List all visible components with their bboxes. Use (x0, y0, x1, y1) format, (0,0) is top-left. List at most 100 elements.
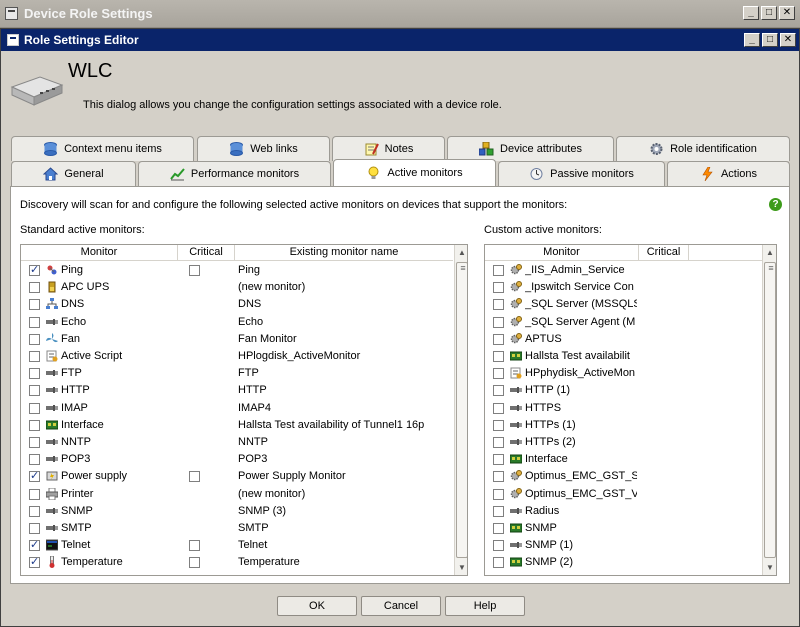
table-row[interactable]: SNMP (1) (485, 537, 762, 554)
monitor-checkbox[interactable] (29, 333, 40, 345)
column-header-critical[interactable]: Critical (639, 245, 689, 261)
standard-vertical-scrollbar[interactable]: ▲ ▼ (454, 245, 467, 575)
tab-context-menu-items[interactable]: Context menu items (11, 136, 194, 161)
monitor-checkbox[interactable] (29, 505, 40, 517)
monitor-checkbox[interactable] (29, 555, 40, 569)
inner-close-button[interactable]: ✕ (780, 33, 796, 47)
critical-checkbox[interactable] (189, 540, 200, 552)
table-row[interactable]: SNMP SNMP (3) (21, 503, 453, 520)
table-row[interactable]: POP3 POP3 (21, 451, 453, 468)
monitor-checkbox[interactable] (29, 469, 40, 483)
column-header-critical[interactable]: Critical (178, 245, 235, 261)
column-header-monitor[interactable]: Monitor (485, 245, 639, 261)
table-row[interactable]: _SQL Server Agent (M (485, 314, 762, 331)
cancel-button[interactable]: Cancel (361, 596, 441, 616)
custom-vertical-scrollbar[interactable]: ▲ ▼ (762, 245, 776, 575)
monitor-checkbox[interactable] (493, 454, 504, 466)
table-row[interactable]: Optimus_EMC_GST_S (485, 468, 762, 485)
table-row[interactable]: Fan Fan Monitor (21, 331, 453, 348)
monitor-checkbox[interactable] (29, 419, 40, 431)
monitor-checkbox[interactable] (29, 368, 40, 380)
maximize-button[interactable]: □ (761, 6, 777, 20)
tab-active-monitors[interactable]: Active monitors (333, 159, 496, 186)
critical-checkbox[interactable] (189, 557, 200, 569)
table-row[interactable]: Optimus_EMC_GST_V (485, 486, 762, 503)
table-row[interactable]: HTTPs (1) (485, 417, 762, 434)
scroll-thumb[interactable] (456, 262, 467, 558)
scroll-up-button[interactable]: ▲ (455, 245, 467, 260)
help-icon[interactable]: ? (769, 198, 782, 211)
inner-minimize-button[interactable]: _ (744, 33, 760, 47)
monitor-checkbox[interactable] (493, 471, 504, 483)
table-row[interactable]: HPphydisk_ActiveMon (485, 365, 762, 382)
tab-device-attributes[interactable]: Device attributes (447, 136, 614, 161)
critical-checkbox[interactable] (189, 265, 200, 276)
monitor-checkbox[interactable] (29, 299, 40, 311)
table-row[interactable]: Power supply Power Supply Monitor (21, 468, 453, 485)
table-row[interactable]: APC UPS (new monitor) (21, 279, 453, 296)
monitor-checkbox[interactable] (29, 385, 40, 397)
tab-performance-monitors[interactable]: Performance monitors (138, 161, 331, 186)
column-header-existing-name[interactable]: Existing monitor name (235, 245, 453, 261)
scroll-thumb[interactable] (764, 262, 776, 558)
minimize-button[interactable]: _ (743, 6, 759, 20)
monitor-checkbox[interactable] (29, 523, 40, 534)
table-row[interactable]: _Ipswitch Service Con (485, 279, 762, 296)
monitor-checkbox[interactable] (493, 419, 504, 431)
table-row[interactable]: HTTP (1) (485, 382, 762, 399)
monitor-checkbox[interactable] (493, 282, 504, 294)
monitor-checkbox[interactable] (493, 351, 504, 362)
monitor-checkbox[interactable] (493, 368, 504, 380)
column-header-monitor[interactable]: Monitor (21, 245, 178, 261)
monitor-checkbox[interactable] (493, 505, 504, 517)
tab-web-links[interactable]: Web links (197, 136, 330, 161)
table-row[interactable]: SMTP SMTP (21, 520, 453, 537)
monitor-checkbox[interactable] (29, 454, 40, 466)
table-row[interactable]: HTTP HTTP (21, 382, 453, 399)
table-row[interactable]: Interface Hallsta Test availability of Tu… (21, 417, 453, 434)
monitor-checkbox[interactable] (493, 385, 504, 397)
table-row[interactable]: IMAP IMAP4 (21, 400, 453, 417)
table-row[interactable]: APTUS (485, 331, 762, 348)
table-row[interactable]: Echo Echo (21, 314, 453, 331)
monitor-checkbox[interactable] (493, 299, 504, 311)
inner-maximize-button[interactable]: □ (762, 33, 778, 47)
table-row[interactable]: Hallsta Test availabilit (485, 348, 762, 365)
scroll-down-button[interactable]: ▼ (763, 560, 776, 575)
table-row[interactable]: Temperature Temperature (21, 554, 453, 571)
table-row[interactable]: _SQL Server (MSSQLS (485, 296, 762, 313)
scroll-up-button[interactable]: ▲ (763, 245, 776, 260)
monitor-checkbox[interactable] (29, 282, 40, 294)
monitor-checkbox[interactable] (493, 437, 504, 448)
monitor-checkbox[interactable] (493, 523, 504, 534)
table-row[interactable]: Printer (new monitor) (21, 486, 453, 503)
table-row[interactable]: Active Script HPlogdisk_ActiveMonitor (21, 348, 453, 365)
tab-general[interactable]: General (11, 161, 136, 186)
critical-checkbox[interactable] (189, 471, 200, 483)
monitor-checkbox[interactable] (29, 488, 40, 500)
monitor-checkbox[interactable] (29, 316, 40, 328)
monitor-checkbox[interactable] (493, 316, 504, 328)
monitor-checkbox[interactable] (493, 488, 504, 500)
table-row[interactable]: SNMP (485, 520, 762, 537)
monitor-checkbox[interactable] (29, 437, 40, 448)
monitor-checkbox[interactable] (29, 263, 40, 276)
tab-actions[interactable]: Actions (667, 161, 790, 186)
ok-button[interactable]: OK (277, 596, 357, 616)
help-button[interactable]: Help (445, 596, 525, 616)
monitor-checkbox[interactable] (29, 402, 40, 414)
table-row[interactable]: FTP FTP (21, 365, 453, 382)
table-row[interactable]: NNTP NNTP (21, 434, 453, 451)
monitor-checkbox[interactable] (493, 557, 504, 569)
table-row[interactable]: Telnet Telnet (21, 537, 453, 554)
table-row[interactable]: Radius (485, 503, 762, 520)
tab-role-identification[interactable]: Role identification (616, 136, 790, 161)
tab-passive-monitors[interactable]: Passive monitors (498, 161, 665, 186)
table-row[interactable]: _IIS_Admin_Service (485, 262, 762, 279)
scroll-down-button[interactable]: ▼ (455, 560, 467, 575)
table-row[interactable]: Ping Ping (21, 262, 453, 279)
monitor-checkbox[interactable] (493, 402, 504, 414)
monitor-checkbox[interactable] (493, 540, 504, 552)
table-row[interactable]: HTTPs (2) (485, 434, 762, 451)
table-row[interactable]: Interface (485, 451, 762, 468)
